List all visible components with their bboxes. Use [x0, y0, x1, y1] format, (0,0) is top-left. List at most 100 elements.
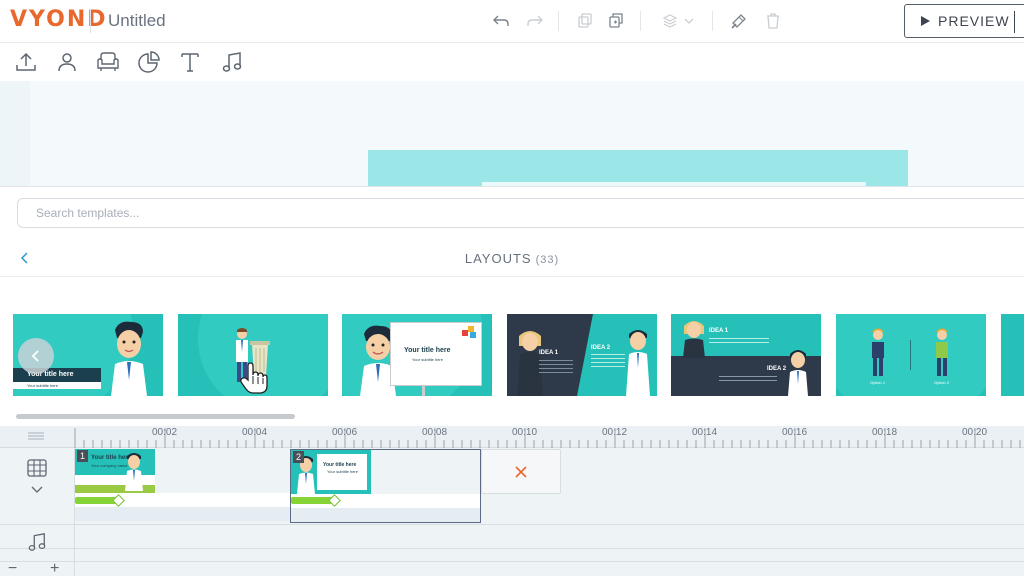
toolbar-divider — [558, 11, 559, 31]
tick-label: 00:18 — [872, 427, 898, 438]
delete-button[interactable] — [760, 8, 786, 34]
preview-label: PREVIEW — [938, 13, 1010, 29]
duplicate-icon — [609, 13, 623, 28]
tick-label: 00:04 — [242, 427, 268, 438]
tick-label: 00:10 — [512, 427, 538, 438]
scenes-track-icon[interactable] — [27, 459, 47, 477]
template-card[interactable]: IDEA 1 IDEA 2 — [671, 314, 821, 396]
layers-dropdown[interactable] — [656, 8, 700, 34]
delete-scene-dropzone[interactable] — [481, 449, 561, 494]
drag-handle-icon[interactable] — [28, 432, 44, 440]
undo-icon — [493, 15, 509, 26]
template-card[interactable] — [178, 314, 328, 396]
track-divider — [0, 548, 1024, 549]
template-card[interactable]: Your title here Your subtitle here — [342, 314, 492, 396]
duplicate-button[interactable] — [604, 8, 630, 34]
text-button[interactable] — [177, 49, 203, 75]
hand-cursor-icon — [240, 362, 268, 394]
template-card[interactable]: Option 1 Option 2 — [836, 314, 986, 396]
timeline-scene-selected[interactable]: 2 Your title here Your subtitle here — [290, 449, 481, 523]
vyond-logo[interactable]: VYOND — [10, 7, 108, 32]
tick-label: 00:16 — [782, 427, 808, 438]
stage-area[interactable] — [0, 81, 1024, 186]
template-card[interactable] — [1001, 314, 1024, 396]
track-divider — [0, 561, 1024, 562]
tick-label: 00:12 — [602, 427, 628, 438]
man-character-illustration — [788, 350, 808, 396]
man-character-illustration — [626, 330, 650, 396]
upload-icon — [16, 52, 36, 71]
upload-button[interactable] — [13, 49, 39, 75]
scene-subtitle: Your subtitle here — [327, 469, 358, 474]
redo-button[interactable] — [522, 8, 548, 34]
toolbar-divider — [640, 11, 641, 31]
pie-chart-icon — [138, 51, 160, 73]
zoom-in-button[interactable]: + — [50, 560, 59, 576]
logo-divider — [90, 9, 91, 33]
text-icon — [181, 53, 199, 72]
chevron-left-icon — [31, 350, 39, 362]
template-card[interactable]: IDEA 1 IDEA 2 — [507, 314, 657, 396]
panel-divider — [0, 276, 1024, 277]
copy-button[interactable] — [572, 8, 598, 34]
card-idea-2: IDEA 2 — [767, 366, 787, 372]
card-subtitle: Your subtitle here — [27, 383, 58, 388]
paint-button[interactable] — [726, 8, 752, 34]
stage-left-gutter — [0, 81, 30, 186]
chevron-down-icon[interactable] — [31, 486, 43, 494]
scene-number: 2 — [293, 451, 304, 463]
play-icon — [921, 16, 930, 26]
tick-label: 00:20 — [962, 427, 988, 438]
props-button[interactable] — [95, 49, 121, 75]
card-subtitle: Your subtitle here — [412, 357, 443, 362]
timeline-scene[interactable]: 1 Your title here Your company name — [75, 449, 290, 523]
card-idea-1: IDEA 1 — [539, 350, 559, 356]
top-bar: VYOND Untitled PREVIEW — [0, 0, 1024, 43]
worker-character-illustration — [872, 328, 884, 376]
toolbar-divider — [712, 11, 713, 31]
carousel-scrollbar[interactable] — [16, 414, 295, 419]
layouts-count: (33) — [535, 254, 560, 266]
character-button[interactable] — [54, 49, 80, 75]
close-icon — [515, 465, 527, 478]
chevron-down-icon — [684, 18, 694, 24]
timeline-ruler[interactable]: 00:02 00:04 00:06 00:08 00:10 00:12 00:1… — [0, 426, 1024, 448]
card-title: Your title here — [404, 347, 451, 354]
paint-roller-icon — [731, 14, 746, 29]
character-illustration — [111, 321, 147, 396]
zoom-out-button[interactable]: − — [8, 560, 17, 576]
armchair-icon — [97, 52, 119, 71]
tick-label: 00:08 — [422, 427, 448, 438]
carousel-prev-button[interactable] — [18, 338, 54, 374]
document-title[interactable]: Untitled — [108, 11, 166, 31]
layouts-title: LAYOUTS — [464, 251, 532, 266]
chart-button[interactable] — [136, 49, 162, 75]
card-option-2: Option 2 — [934, 380, 950, 385]
track-divider — [0, 524, 1024, 525]
card-idea-1: IDEA 1 — [709, 328, 729, 334]
woman-character-illustration — [683, 321, 705, 358]
asset-toolbar — [0, 44, 1024, 81]
redo-icon — [527, 15, 543, 26]
music-note-icon[interactable] — [27, 532, 47, 552]
undo-button[interactable] — [488, 8, 514, 34]
character-thumbnail — [125, 453, 143, 491]
scene-title: Your title here — [323, 462, 357, 468]
character-icon — [58, 53, 76, 72]
tick-label: 00:02 — [152, 427, 178, 438]
scene-canvas[interactable] — [368, 150, 908, 186]
tick-label: 00:06 — [332, 427, 358, 438]
preview-button[interactable]: PREVIEW — [904, 4, 1024, 38]
copy-icon — [578, 13, 592, 28]
template-carousel: Your title here Your subtitle here Your … — [0, 314, 1024, 396]
tick-label: 00:14 — [692, 427, 718, 438]
colored-cubes-icon — [462, 326, 476, 338]
layouts-heading: LAYOUTS (33) — [0, 251, 1024, 266]
audio-button[interactable] — [219, 49, 245, 75]
scene-number: 1 — [77, 450, 88, 462]
template-panel: LAYOUTS(33) Your title here Your subtitl… — [0, 186, 1024, 426]
worker-character-illustration — [936, 328, 948, 376]
search-templates-input[interactable] — [17, 198, 1024, 228]
music-note-icon — [222, 52, 242, 72]
layers-icon — [662, 14, 678, 28]
